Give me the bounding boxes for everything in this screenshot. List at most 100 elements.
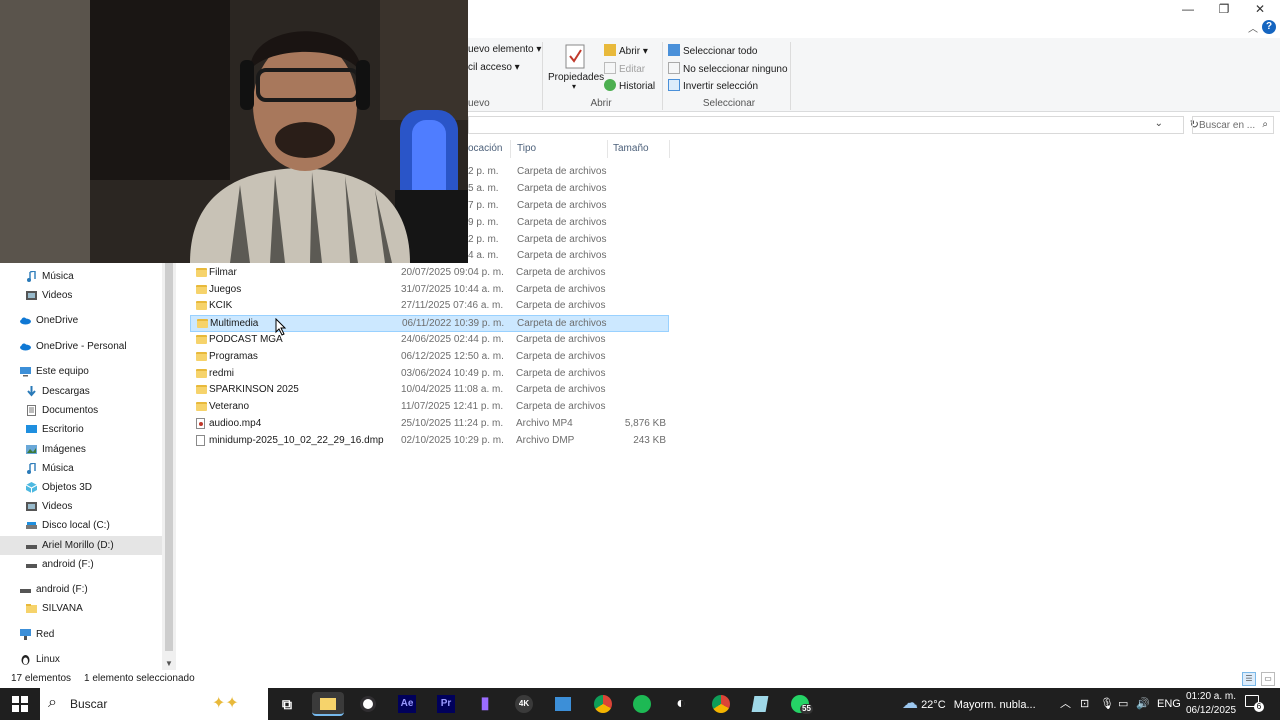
nav-item-videos-2[interactable]: Videos bbox=[0, 497, 162, 516]
nav-item-onedrive[interactable]: OneDrive bbox=[0, 311, 162, 330]
details-view-button[interactable]: ☰ bbox=[1242, 672, 1256, 686]
file-row-audioo-mp4[interactable]: audioo.mp4 25/10/2025 11:24 p. m. Archiv… bbox=[190, 416, 669, 433]
nav-item-descargas[interactable]: Descargas bbox=[0, 382, 162, 401]
properties-button[interactable]: Propiedades ▾ bbox=[548, 42, 604, 94]
history-button[interactable]: Historial bbox=[604, 79, 655, 92]
volume-icon[interactable]: 🔊 bbox=[1136, 688, 1150, 720]
list-item[interactable]: 2 p. m. Carpeta de archivos bbox=[468, 232, 669, 249]
file-row-podcast-mga[interactable]: PODCAST MGA 24/06/2025 02:44 p. m. Carpe… bbox=[190, 332, 669, 349]
chrome-icon[interactable] bbox=[587, 692, 619, 716]
file-row-redmi[interactable]: redmi 03/06/2024 10:49 p. m. Carpeta de … bbox=[190, 366, 669, 383]
task-view-icon[interactable]: ⧉ bbox=[271, 692, 303, 716]
help-icon[interactable]: ? bbox=[1262, 20, 1276, 34]
taskbar: ⌕ Buscar ✦✦ ⧉ Ae Pr ▮ 4K ◐ 55 ☁ 22°C May… bbox=[0, 688, 1280, 720]
file-size: 243 KB bbox=[633, 435, 666, 446]
notes-icon[interactable] bbox=[744, 692, 776, 716]
nav-item-documentos[interactable]: Documentos bbox=[0, 401, 162, 420]
nav-item-videos[interactable]: Videos bbox=[0, 286, 162, 305]
capcut-icon[interactable]: ◐ bbox=[665, 692, 697, 716]
nav-item-red[interactable]: Red bbox=[0, 625, 162, 644]
file-row-multimedia[interactable]: Multimedia 06/11/2022 10:39 p. m. Carpet… bbox=[190, 315, 669, 332]
premiere-icon[interactable]: Pr bbox=[430, 692, 462, 716]
column-divider[interactable] bbox=[607, 140, 608, 158]
language-indicator[interactable]: ENG bbox=[1157, 688, 1181, 720]
cloud-icon bbox=[20, 343, 31, 351]
file-type: Carpeta de archivos bbox=[516, 351, 606, 362]
taskbar-search[interactable]: ⌕ Buscar ✦✦ bbox=[40, 688, 268, 720]
file-type: Archivo DMP bbox=[516, 435, 575, 446]
after-effects-icon[interactable]: Ae bbox=[391, 692, 423, 716]
list-item[interactable]: 7 p. m. Carpeta de archivos bbox=[468, 198, 669, 215]
file-date: 06/11/2022 10:39 p. m. bbox=[402, 318, 505, 329]
column-divider[interactable] bbox=[669, 140, 670, 158]
file-row-sparkinson-2025[interactable]: SPARKINSON 2025 10/04/2025 11:08 a. m. C… bbox=[190, 382, 669, 399]
4k-downloader-icon[interactable]: 4K bbox=[508, 692, 540, 716]
column-divider[interactable] bbox=[510, 140, 511, 158]
nav-item-este-equipo[interactable]: Este equipo bbox=[0, 362, 162, 381]
obs-icon[interactable] bbox=[352, 692, 384, 716]
control-panel-icon[interactable] bbox=[547, 692, 579, 716]
maximize-button[interactable]: ❐ bbox=[1206, 0, 1242, 18]
file-row-juegos[interactable]: Juegos 31/07/2025 10:44 a. m. Carpeta de… bbox=[190, 282, 669, 299]
search-input[interactable]: Buscar en ... ⌕ bbox=[1192, 116, 1274, 134]
chrome-2-icon[interactable] bbox=[705, 692, 737, 716]
list-item[interactable]: 9 p. m. Carpeta de archivos bbox=[468, 215, 669, 232]
edit-button[interactable]: Editar bbox=[604, 62, 645, 75]
start-button[interactable] bbox=[0, 688, 40, 720]
collapse-ribbon-icon[interactable]: ︿ bbox=[1248, 20, 1258, 35]
address-field[interactable]: ⌄ ↻ bbox=[468, 116, 1199, 134]
file-row-programas[interactable]: Programas 06/12/2025 12:50 a. m. Carpeta… bbox=[190, 349, 669, 366]
network-tray-icon[interactable]: ▭ bbox=[1118, 688, 1128, 720]
weather-widget[interactable]: ☁ 22°C Mayorm. nubla... bbox=[902, 688, 1036, 720]
chevron-down-icon[interactable]: ⌄ bbox=[1155, 118, 1163, 129]
scroll-down-icon[interactable]: ▼ bbox=[165, 659, 173, 668]
folder-icon bbox=[196, 352, 207, 361]
list-item[interactable]: 2 p. m. Carpeta de archivos bbox=[468, 164, 669, 181]
close-button[interactable]: ✕ bbox=[1242, 0, 1278, 18]
nav-item-musica[interactable]: Música bbox=[0, 267, 162, 286]
list-item[interactable]: 5 a. m. Carpeta de archivos bbox=[468, 181, 669, 198]
nav-item-android-f-root[interactable]: android (F:) bbox=[0, 580, 162, 599]
nav-item-ariel-morillo-d[interactable]: Ariel Morillo (D:) bbox=[0, 536, 162, 555]
file-row-minidump[interactable]: minidump-2025_10_02_22_29_16.dmp 02/10/2… bbox=[190, 433, 669, 450]
nav-label: Objetos 3D bbox=[42, 482, 93, 493]
scroll-thumb[interactable] bbox=[165, 263, 173, 651]
nav-item-objetos-3d[interactable]: Objetos 3D bbox=[0, 478, 162, 497]
nav-item-imagenes[interactable]: Imágenes bbox=[0, 440, 162, 459]
microphone-icon[interactable]: 🎙 bbox=[1100, 688, 1114, 720]
file-row-veterano[interactable]: Veterano 11/07/2025 12:41 p. m. Carpeta … bbox=[190, 399, 669, 416]
nav-scrollbar[interactable]: ▼ bbox=[162, 263, 176, 670]
easy-access-button[interactable]: cil acceso ▾ bbox=[468, 62, 520, 73]
minimize-button[interactable]: — bbox=[1170, 0, 1206, 18]
large-icons-view-button[interactable]: ▭ bbox=[1261, 672, 1275, 686]
nav-item-onedrive-personal[interactable]: OneDrive - Personal bbox=[0, 337, 162, 356]
streamlabs-icon[interactable]: ▮ bbox=[469, 692, 501, 716]
clock[interactable]: 01:20 a. m. 06/12/2025 bbox=[1184, 690, 1238, 718]
chevron-up-icon[interactable]: ︿ bbox=[1060, 688, 1071, 720]
nav-item-android-f[interactable]: android (F:) bbox=[0, 555, 162, 574]
list-item[interactable]: 4 a. m. Carpeta de archivos bbox=[468, 248, 669, 265]
nav-item-silvana[interactable]: SILVANA bbox=[0, 599, 162, 618]
nav-item-musica-2[interactable]: Música bbox=[0, 459, 162, 478]
open-button[interactable]: Abrir ▾ bbox=[604, 44, 648, 57]
folder-icon bbox=[196, 301, 207, 310]
file-row-filmar[interactable]: Filmar 20/07/2025 09:04 p. m. Carpeta de… bbox=[190, 265, 669, 282]
file-row-kcik[interactable]: KCIK 27/11/2025 07:46 a. m. Carpeta de a… bbox=[190, 298, 669, 315]
nav-item-escritorio[interactable]: Escritorio bbox=[0, 420, 162, 439]
whatsapp-icon[interactable]: 55 bbox=[784, 692, 816, 716]
invert-selection-button[interactable]: Invertir selección bbox=[668, 79, 758, 92]
meet-now-icon[interactable]: ⊡ bbox=[1080, 688, 1089, 720]
nav-item-disco-local-c[interactable]: Disco local (C:) bbox=[0, 516, 162, 535]
file-explorer-icon[interactable] bbox=[312, 692, 344, 716]
select-none-button[interactable]: No seleccionar ninguno bbox=[668, 62, 788, 75]
spotify-icon[interactable] bbox=[626, 692, 658, 716]
nav-label: Descargas bbox=[42, 386, 90, 397]
column-header-type[interactable]: Tipo bbox=[517, 143, 536, 154]
nav-item-linux[interactable]: Linux bbox=[0, 650, 162, 669]
column-header-size[interactable]: Tamaño bbox=[613, 143, 649, 154]
select-all-button[interactable]: Seleccionar todo bbox=[668, 44, 758, 57]
notification-center-icon[interactable]: 6 bbox=[1245, 695, 1264, 712]
new-item-button[interactable]: uevo elemento ▾ bbox=[468, 44, 541, 55]
column-header-location[interactable]: ocación bbox=[468, 143, 502, 154]
nav-label: SILVANA bbox=[42, 603, 83, 614]
